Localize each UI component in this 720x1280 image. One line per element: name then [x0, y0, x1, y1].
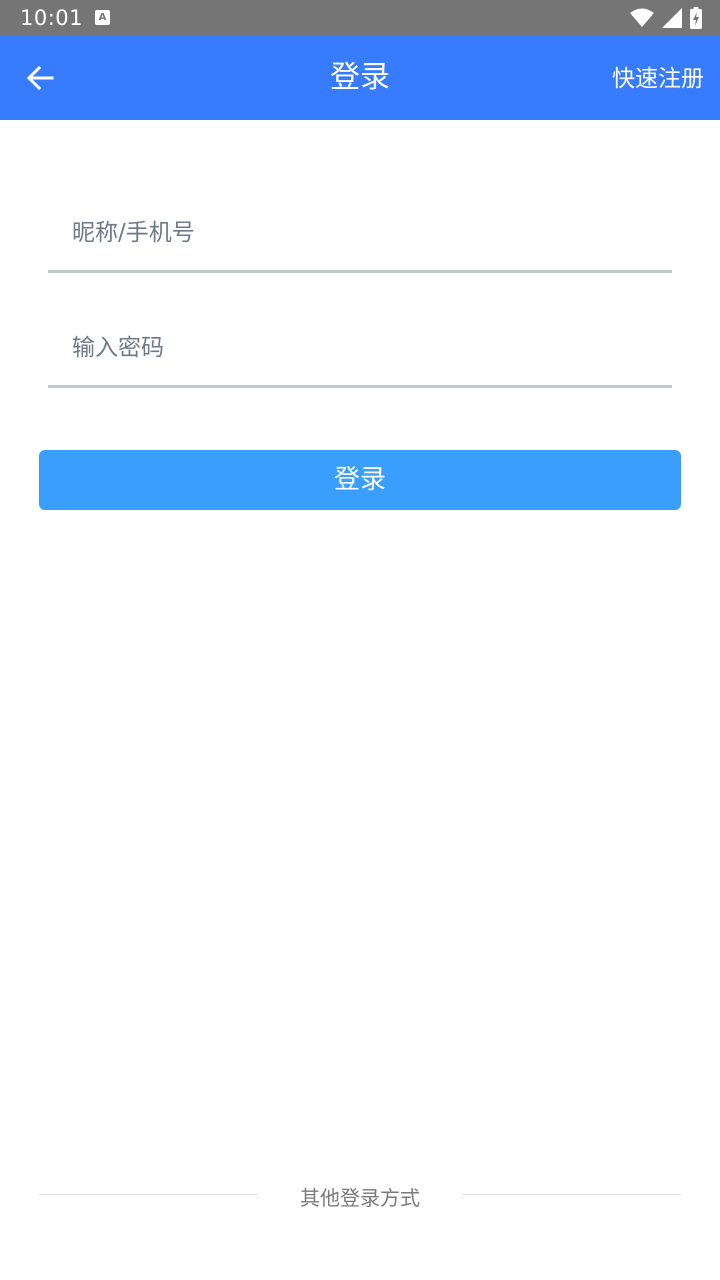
notification-a-icon: A	[95, 10, 110, 25]
nickname-field	[48, 197, 672, 273]
back-button[interactable]	[16, 56, 64, 100]
status-bar: 10:01 A	[0, 0, 720, 36]
wifi-icon	[630, 8, 654, 27]
password-input[interactable]	[72, 326, 652, 370]
status-icons	[630, 7, 702, 29]
divider-line-right	[462, 1194, 681, 1195]
arrow-left-icon	[26, 65, 54, 91]
nickname-input[interactable]	[72, 211, 652, 255]
other-login-label[interactable]: 其他登录方式	[39, 1182, 681, 1211]
quick-register-button[interactable]: 快速注册	[612, 64, 704, 94]
login-button[interactable]: 登录	[39, 450, 681, 510]
app-bar: 登录 快速注册	[0, 36, 720, 120]
password-field	[48, 312, 672, 388]
other-login-divider: 其他登录方式	[39, 1180, 681, 1210]
status-time: 10:01	[20, 6, 84, 30]
battery-charging-icon	[690, 7, 702, 29]
signal-icon	[662, 8, 682, 28]
